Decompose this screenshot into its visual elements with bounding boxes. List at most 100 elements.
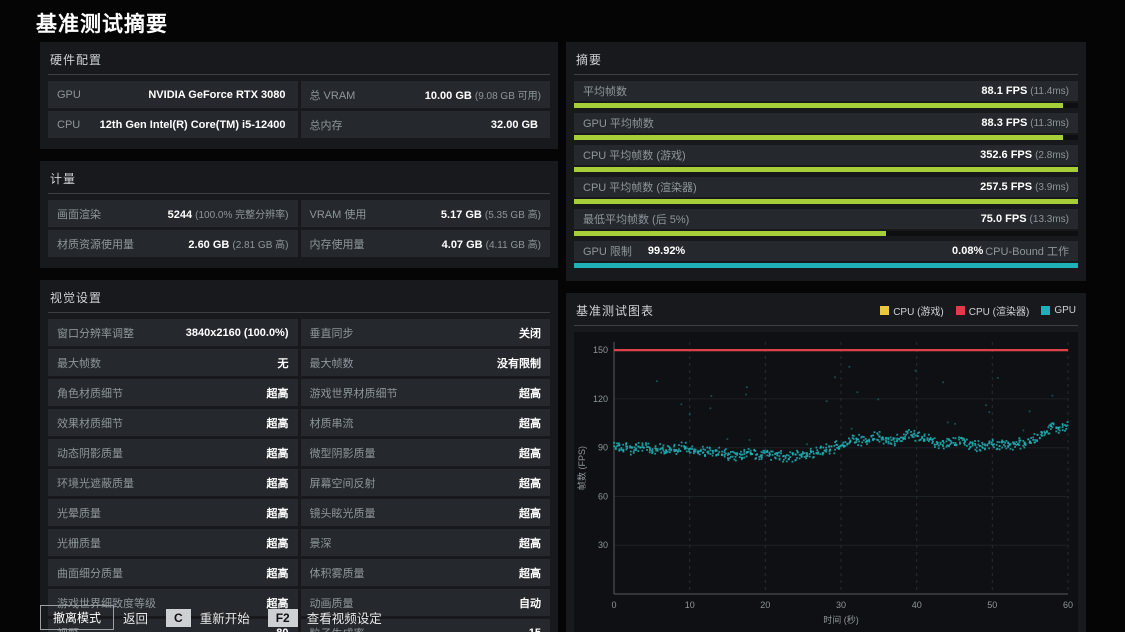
setting-cell: 体积雾质量 超高 [300,559,550,586]
cpu-value: 12th Gen Intel(R) Core(TM) i5-12400 [99,118,286,131]
metrics-row: 画面渲染 5244 (100.0% 完整分辨率) VRAM 使用 5.17 GB(… [48,200,550,227]
summary-row-cpu-game-fps: CPU 平均帧数 (游戏) 352.6 FPS (2.8ms) [574,145,1078,172]
setting-cell: 环境光遮蔽质量 超高 [48,469,298,496]
page-title: 基准测试摘要 [36,13,168,36]
setting-cell: 屏幕空间反射 超高 [300,469,550,496]
setting-cell: 曲面细分质量 超高 [48,559,298,586]
fps-bar [574,231,1078,236]
svg-text:20: 20 [760,600,770,610]
metrics-row: 材质资源使用量 2.60 GB (2.81 GB 高) 内存使用量 4.07 GB… [48,230,550,257]
summary-row-avg-fps: 平均帧数 88.1 FPS (11.4ms) [574,81,1078,108]
hardware-row: CPU 12th Gen Intel(R) Core(TM) i5-12400 … [48,111,550,138]
svg-text:60: 60 [1063,600,1073,610]
settings-row: 光栅质量 超高 景深 超高 [48,529,550,556]
legend-cpu-render: CPU (渲染器) [955,303,1029,318]
svg-text:10: 10 [685,600,695,610]
setting-cell: 光晕质量 超高 [48,499,298,526]
total-vram-value: 10.00 GB (9.08 GB 可用) [424,90,541,102]
svg-text:150: 150 [593,345,608,355]
setting-cell: 垂直同步 关闭 [300,319,550,346]
setting-cell: 镜头眩光质量 超高 [300,499,550,526]
key-c-badge: C [166,608,191,627]
svg-text:60: 60 [598,492,608,502]
fps-time-chart: 30 60 90 120 150 0 10 20 30 40 50 60 时间 (秒) 帧数 (FPS) [576,342,1073,625]
summary-section: 摘要 平均帧数 88.1 FPS (11.4ms) GPU 平均帧数 88.3 F… [566,42,1086,281]
cpu-game-swatch [880,306,890,315]
visual-settings-header: 视觉设置 [48,286,550,313]
settings-row: 光晕质量 超高 镜头眩光质量 超高 [48,499,550,526]
right-column: 摘要 平均帧数 88.1 FPS (11.4ms) GPU 平均帧数 88.3 F… [566,42,1086,632]
texture-usage-cell: 材质资源使用量 2.60 GB (2.81 GB 高) [48,230,298,257]
settings-row: 效果材质细节 超高 材质串流 超高 [48,409,550,436]
settings-row: 最大帧数无 最大帧数 没有限制 [48,349,550,376]
summary-row-cpu-render-fps: CPU 平均帧数 (渲染器) 257.5 FPS (3.9ms) [574,177,1078,204]
footer-bar: 撤离模式 返回 C 重新开始 F2 查看视频设定 [40,605,382,630]
setting-cell: 景深 超高 [300,529,550,556]
hardware-section: 硬件配置 GPU NVIDIA GeForce RTX 3080 总 VRAM … [40,42,558,149]
setting-cell: 角色材质细节 超高 [48,379,298,406]
gpu-swatch [1041,306,1051,315]
summary-header: 摘要 [574,48,1078,75]
settings-row: 动态阴影质量 超高 微型阴影质量 超高 [48,439,550,466]
chart-legend: CPU (游戏) CPU (渲染器) GPU [880,303,1076,318]
settings-row: 曲面细分质量 超高 体积雾质量 超高 [48,559,550,586]
benchmark-chart: 30 60 90 120 150 0 10 20 30 40 50 60 时间 (秒) 帧数 (FPS) [574,332,1078,632]
settings-row: 窗口分辨率调整 3840x2160 (100.0%) 垂直同步 关闭 [48,319,550,346]
setting-cell: 最大帧数 没有限制 [300,349,550,376]
restart-action[interactable]: C 重新开始 [166,608,250,627]
svg-text:90: 90 [598,443,608,453]
fps-bar [574,103,1078,108]
svg-text:30: 30 [836,600,846,610]
cpu-label: CPU [57,118,81,131]
svg-text:40: 40 [912,600,922,610]
vram-usage-cell: VRAM 使用 5.17 GB (5.35 GB 高) [300,200,550,227]
benchmark-summary-page: 基准测试摘要 硬件配置 GPU NVIDIA GeForce RTX 3080 … [0,0,1125,632]
hardware-header: 硬件配置 [48,48,550,75]
chart-title: 基准测试图表 [576,304,655,318]
svg-text:帧数 (FPS): 帧数 (FPS) [576,446,587,490]
summary-row-gpu-bound: GPU 限制 99.92% 0.08% CPU-Bound 工作 [574,241,1078,268]
fps-bar [574,167,1078,172]
gpu-label: GPU [57,88,81,101]
setting-cell: 材质串流 超高 [300,409,550,436]
frames-rendered-cell: 画面渲染 5244 (100.0% 完整分辨率) [48,200,298,227]
svg-text:30: 30 [598,540,608,550]
gpu-value: NVIDIA GeForce RTX 3080 [148,88,286,101]
setting-cell: 窗口分辨率调整 3840x2160 (100.0%) [48,319,298,346]
svg-text:时间 (秒): 时间 (秒) [823,614,859,625]
settings-row: 角色材质细节 超高 游戏世界材质细节 超高 [48,379,550,406]
summary-row-gpu-fps: GPU 平均帧数 88.3 FPS (11.3ms) [574,113,1078,140]
total-ram-value: 32.00 GB [490,118,538,131]
gpu-bound-bar [574,263,1078,268]
fps-bar [574,199,1078,204]
metrics-header: 计量 [48,167,550,194]
hardware-row: GPU NVIDIA GeForce RTX 3080 总 VRAM 10.00… [48,81,550,108]
setting-cell: 动态阴影质量 超高 [48,439,298,466]
svg-text:50: 50 [987,600,997,610]
legend-cpu-game: CPU (游戏) [880,303,944,318]
settings-row: 环境光遮蔽质量 超高 屏幕空间反射 超高 [48,469,550,496]
cpu-render-swatch [955,306,965,315]
setting-cell: 光栅质量 超高 [48,529,298,556]
back-action[interactable]: 撤离模式 返回 [40,605,148,630]
left-column: 硬件配置 GPU NVIDIA GeForce RTX 3080 总 VRAM … [40,42,558,632]
svg-text:120: 120 [593,394,608,404]
setting-cell: 最大帧数无 [48,349,298,376]
setting-cell: 游戏世界材质细节 超高 [300,379,550,406]
evac-mode-button[interactable]: 撤离模式 [40,605,115,630]
video-settings-action[interactable]: F2 查看视频设定 [267,608,382,627]
total-vram-cell: 总 VRAM 10.00 GB (9.08 GB 可用) [300,81,550,108]
cpu-cell: CPU 12th Gen Intel(R) Core(TM) i5-12400 [48,111,298,138]
ram-usage-cell: 内存使用量 4.07 GB (4.11 GB 高) [300,230,550,257]
gpu-cell: GPU NVIDIA GeForce RTX 3080 [48,81,298,108]
chart-section: 基准测试图表 CPU (游戏) CPU (渲染器) GPU 30 60 90 120 1… [566,293,1086,632]
visual-settings-section: 视觉设置 窗口分辨率调整 3840x2160 (100.0%) 垂直同步 关闭 最大… [40,280,558,632]
total-vram-label: 总 VRAM [309,89,356,102]
key-f2-badge: F2 [267,608,298,627]
setting-cell: 微型阴影质量 超高 [300,439,550,466]
setting-cell: 效果材质细节 超高 [48,409,298,436]
summary-row-low5-fps: 最低平均帧数 (后 5%) 75.0 FPS (13.3ms) [574,209,1078,236]
total-ram-cell: 总内存 32.00 GB [300,111,550,138]
fps-bar [574,135,1078,140]
legend-gpu: GPU [1041,305,1076,316]
